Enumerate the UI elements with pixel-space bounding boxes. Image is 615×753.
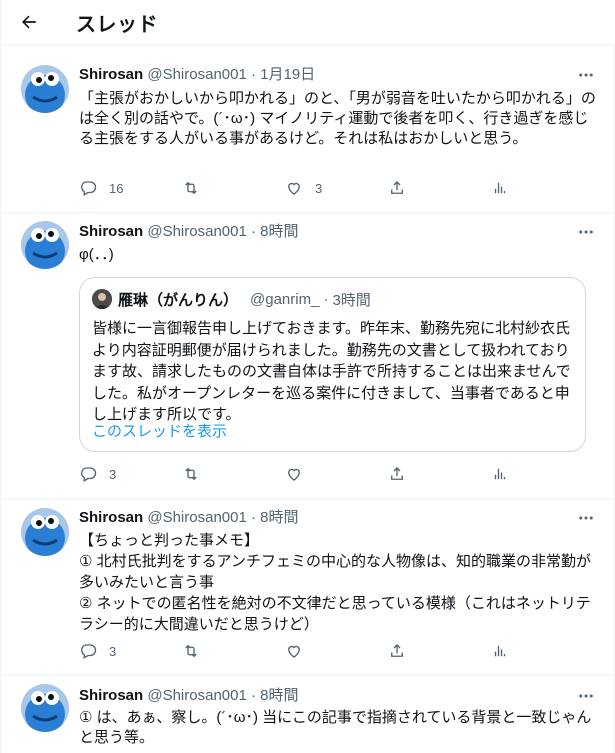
more-button[interactable] <box>576 686 596 706</box>
avatar[interactable] <box>21 508 69 556</box>
display-name[interactable]: Shirosan <box>79 66 143 83</box>
retweet-button[interactable] <box>182 464 285 484</box>
more-button[interactable] <box>576 65 596 85</box>
avatar[interactable] <box>21 65 69 113</box>
reply-button[interactable]: 16 <box>79 178 182 198</box>
more-button[interactable] <box>576 222 596 242</box>
tweet-meta: Shirosan @Shirosan001 · 8時間 <box>79 508 598 528</box>
page-title: スレッド <box>76 14 158 36</box>
like-button[interactable]: 3 <box>285 178 388 198</box>
retweet-icon <box>185 467 197 481</box>
thread-timeline: スレッド Shirosan @Shirosan001 · 1月19日 「主張がお… <box>0 0 615 753</box>
user-handle[interactable]: @Shirosan001 <box>147 687 246 704</box>
quoted-display-name: 雁琳（がんりん） <box>118 291 239 309</box>
separator: · <box>251 687 256 704</box>
more-button[interactable] <box>576 508 596 528</box>
retweet-button[interactable] <box>182 641 285 661</box>
show-thread-link[interactable]: このスレッドを表示 <box>92 420 227 441</box>
analytics-button[interactable] <box>491 641 594 661</box>
user-handle[interactable]: @Shirosan001 <box>147 223 246 240</box>
display-name[interactable]: Shirosan <box>79 687 143 704</box>
arrow-left-icon <box>22 15 36 29</box>
analytics-button[interactable] <box>491 464 594 484</box>
cookie-monster-avatar-icon <box>21 65 69 113</box>
display-name[interactable]: Shirosan <box>79 509 143 526</box>
analytics-button[interactable] <box>491 178 594 198</box>
share-button[interactable] <box>388 641 491 661</box>
more-icon <box>579 694 593 698</box>
avatar[interactable] <box>21 684 69 732</box>
reply-icon <box>81 467 97 482</box>
share-icon <box>391 644 403 657</box>
tweet-text: 「主張がおかしいから叩かれる」のと、「男が弱音を吐いたから叩かれる」のは全く別の… <box>79 90 596 147</box>
more-icon <box>579 516 593 520</box>
user-handle[interactable]: @Shirosan001 <box>147 509 246 526</box>
tweet[interactable]: Shirosan @Shirosan001 · 1月19日 「主張がおかしいから… <box>1 45 615 213</box>
tweet-actions: 3 <box>79 641 594 661</box>
timestamp[interactable]: 8時間 <box>260 223 298 240</box>
like-icon <box>288 645 300 658</box>
timestamp[interactable]: 8時間 <box>260 509 298 526</box>
reply-button[interactable]: 3 <box>79 464 182 484</box>
timestamp[interactable]: 8時間 <box>260 687 298 704</box>
thread-header: スレッド <box>1 0 615 45</box>
like-button[interactable] <box>285 641 388 661</box>
display-name[interactable]: Shirosan <box>79 223 143 240</box>
retweet-icon <box>185 644 197 658</box>
tweet[interactable]: Shirosan @Shirosan001 · 8時間 【ちょっと判った事メモ】… <box>1 500 615 676</box>
share-icon <box>391 467 403 480</box>
separator: · <box>251 223 256 240</box>
separator: · <box>251 66 256 83</box>
share-icon <box>391 181 403 194</box>
reply-icon <box>81 644 97 659</box>
analytics-icon <box>494 182 506 194</box>
like-button[interactable] <box>285 464 388 484</box>
separator: · <box>323 290 329 308</box>
avatar <box>92 289 112 309</box>
reply-count: 16 <box>109 180 124 196</box>
person-avatar-icon <box>92 289 112 309</box>
like-icon <box>288 468 300 481</box>
analytics-icon <box>494 645 506 657</box>
share-button[interactable] <box>388 178 491 198</box>
user-handle[interactable]: @Shirosan001 <box>147 66 246 83</box>
cookie-monster-avatar-icon <box>21 684 69 732</box>
reply-button[interactable]: 3 <box>79 641 182 661</box>
tweet[interactable]: Shirosan @Shirosan001 · 8時間 φ(．．) 雁琳（がんり… <box>1 213 615 500</box>
like-icon <box>288 182 300 195</box>
quoted-tweet[interactable]: 雁琳（がんりん） @ganrim_ · 3時間 皆様に一言御報告申し上げておきま… <box>79 277 586 452</box>
reply-count: 3 <box>109 643 117 659</box>
quoted-user-handle: @ganrim_ <box>250 290 320 308</box>
cookie-monster-avatar-icon <box>21 508 69 556</box>
tweet-text: φ(．．) <box>79 246 114 263</box>
separator: · <box>251 509 256 526</box>
cookie-monster-avatar-icon <box>21 221 69 269</box>
reply-count: 3 <box>109 466 117 482</box>
tweet-meta: Shirosan @Shirosan001 · 8時間 <box>79 222 598 242</box>
retweet-icon <box>185 181 197 195</box>
avatar[interactable] <box>21 221 69 269</box>
more-icon <box>579 230 593 234</box>
tweet-actions: 3 <box>79 464 594 484</box>
share-button[interactable] <box>388 464 491 484</box>
analytics-icon <box>494 468 506 480</box>
quoted-timestamp: 3時間 <box>332 291 371 309</box>
timestamp[interactable]: 1月19日 <box>260 66 315 83</box>
tweet-text: ① は、あぁ、察し。(´･ω･) 当にこの記事で指摘されている背景と一致じゃんと… <box>79 709 592 746</box>
back-button[interactable] <box>13 6 45 38</box>
like-count: 3 <box>315 180 323 196</box>
tweet[interactable]: Shirosan @Shirosan001 · 8時間 ① は、あぁ、察し。(´… <box>1 676 615 753</box>
tweet-meta: Shirosan @Shirosan001 · 1月19日 <box>79 65 598 85</box>
reply-icon <box>81 181 97 196</box>
more-icon <box>579 73 593 77</box>
tweet-meta: Shirosan @Shirosan001 · 8時間 <box>79 686 598 706</box>
quoted-tweet-meta: 雁琳（がんりん） @ganrim_ · 3時間 <box>92 288 371 310</box>
tweet-actions: 16 3 <box>79 178 594 198</box>
quoted-tweet-text: 皆様に一言御報告申し上げておきます。昨年末、勤務先宛に北村紗衣氏より内容証明郵便… <box>92 320 571 423</box>
tweet-text: 【ちょっと判った事メモ】 ① 北村氏批判をするアンチフェミの中心的な人物像は、知… <box>79 532 592 633</box>
retweet-button[interactable] <box>182 178 285 198</box>
